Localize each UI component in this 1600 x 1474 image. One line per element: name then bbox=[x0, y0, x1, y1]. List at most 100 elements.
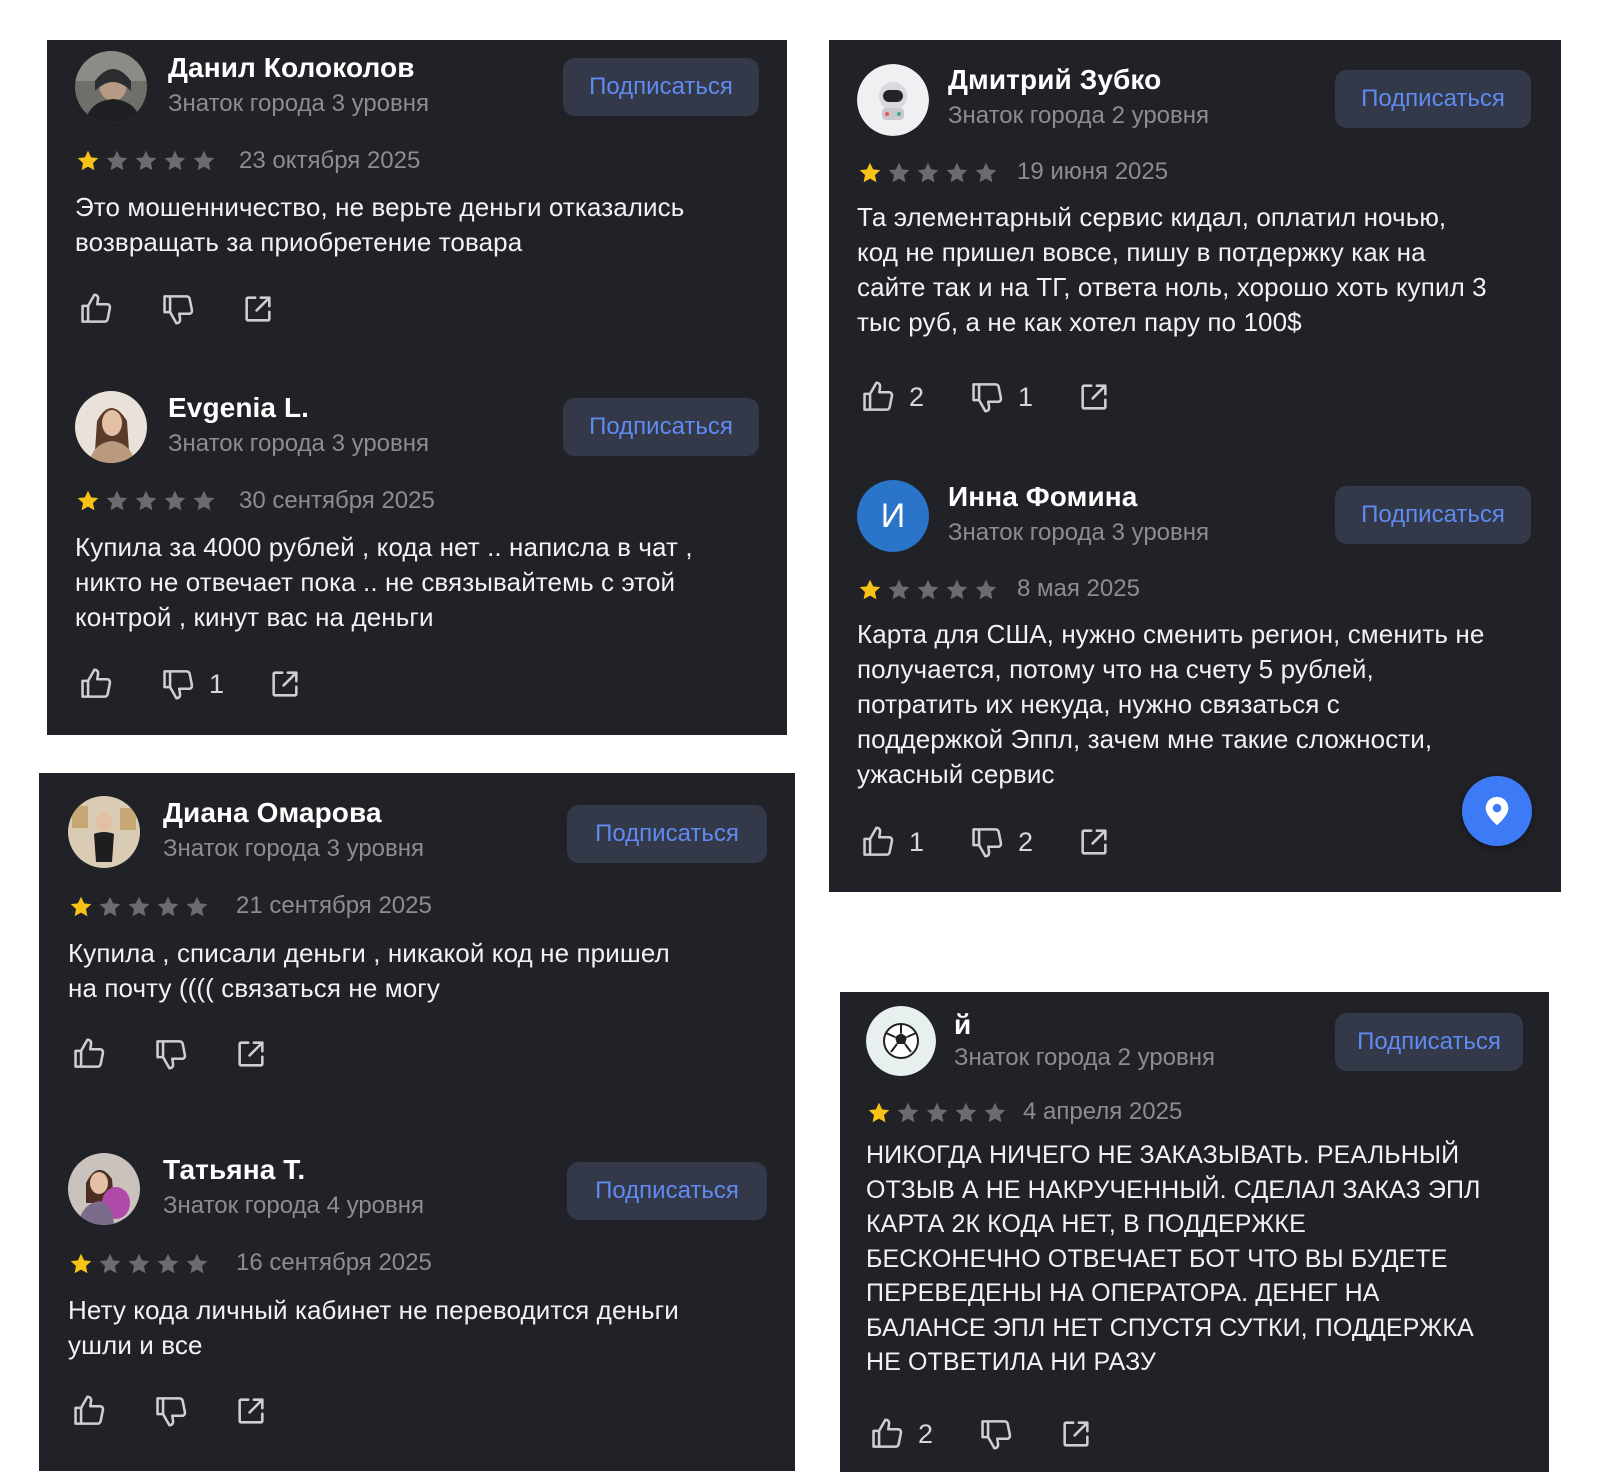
avatar[interactable] bbox=[68, 1153, 140, 1225]
like-button[interactable]: 2 bbox=[859, 378, 924, 416]
rating-stars bbox=[866, 1100, 1008, 1126]
subscribe-button[interactable]: Подписаться bbox=[563, 398, 759, 456]
thumbs-up-icon bbox=[74, 1038, 105, 1068]
thumbs-down-icon bbox=[163, 670, 194, 700]
map-pin-button[interactable] bbox=[1462, 776, 1532, 846]
like-button[interactable] bbox=[77, 290, 115, 328]
review-actions bbox=[77, 290, 319, 328]
review-panel-3: Дмитрий Зубко Знаток города 2 уровня Под… bbox=[829, 40, 1561, 892]
review-actions: 1 2 bbox=[859, 823, 1155, 861]
star-filled-icon bbox=[868, 1102, 890, 1123]
review-text-line: ПЕРЕВЕДЕНЫ НА ОПЕРАТОРА. ДЕНЕГ НА bbox=[866, 1279, 1380, 1307]
subscribe-button[interactable]: Подписаться bbox=[1335, 486, 1531, 544]
avatar[interactable]: И bbox=[857, 480, 929, 552]
review-text: Купила за 4000 рублей , кода нет .. напи… bbox=[75, 530, 693, 635]
dislike-button[interactable] bbox=[159, 290, 197, 328]
rating-stars bbox=[68, 1251, 210, 1277]
share-button[interactable] bbox=[1077, 825, 1111, 859]
share-icon bbox=[238, 1041, 264, 1067]
review-text-line: на почту (((( связаться не могу bbox=[68, 973, 440, 1003]
share-button[interactable] bbox=[234, 1037, 268, 1071]
rating-stars bbox=[75, 488, 217, 514]
star-empty-icon bbox=[955, 1102, 977, 1123]
reviewer-name[interactable]: Данил Колоколов bbox=[168, 52, 415, 84]
review-date: 19 июня 2025 bbox=[1017, 158, 1169, 185]
share-icon bbox=[272, 671, 298, 697]
star-filled-icon bbox=[77, 150, 99, 171]
star-empty-icon bbox=[164, 150, 186, 171]
like-button[interactable] bbox=[70, 1035, 108, 1073]
star-empty-icon bbox=[917, 162, 939, 183]
dislike-button[interactable] bbox=[152, 1392, 190, 1430]
review-text-line: БЕСКОНЕЧНО ОТВЕЧАЕТ БОТ ЧТО ВЫ БУДЕТЕ bbox=[866, 1244, 1448, 1273]
star-empty-icon bbox=[99, 1253, 121, 1274]
review-text-line: Карта для США, нужно сменить регион, сме… bbox=[857, 619, 1485, 649]
dislike-button[interactable] bbox=[977, 1415, 1015, 1453]
avatar[interactable] bbox=[75, 391, 147, 463]
review-text-line: БАЛАНСЕ ЭПЛ НЕТ СПУСТЯ СУТКИ, ПОДДЕРЖКА bbox=[866, 1313, 1474, 1342]
avatar[interactable] bbox=[857, 64, 929, 136]
like-count: 2 bbox=[909, 381, 925, 412]
dislike-button[interactable] bbox=[152, 1035, 190, 1073]
reviewer-name[interactable]: Дмитрий Зубко bbox=[948, 64, 1161, 96]
subscribe-button[interactable]: Подписаться bbox=[567, 805, 767, 863]
review-text-line: возвращать за приобретение товара bbox=[75, 227, 523, 257]
star-empty-icon bbox=[897, 1102, 919, 1123]
dislike-button[interactable]: 2 bbox=[968, 823, 1033, 861]
star-empty-icon bbox=[186, 1253, 208, 1274]
review-text-line: поддержкой Эппл, зачем мне такие сложнос… bbox=[857, 724, 1433, 754]
reviewer-name[interactable]: й bbox=[954, 1009, 971, 1041]
reviewer-name[interactable]: Инна Фомина bbox=[948, 481, 1137, 513]
share-icon bbox=[1063, 1421, 1089, 1447]
share-icon bbox=[238, 1398, 264, 1424]
thumbs-up-icon bbox=[863, 826, 894, 856]
share-button[interactable] bbox=[1059, 1417, 1093, 1451]
subscribe-button[interactable]: Подписаться bbox=[567, 1162, 767, 1220]
avatar[interactable] bbox=[75, 51, 147, 123]
review-text-line: получается, потому что на счету 5 рублей… bbox=[857, 654, 1374, 684]
star-filled-icon bbox=[77, 490, 99, 511]
star-empty-icon bbox=[975, 579, 997, 600]
soccer-ball-icon bbox=[866, 1006, 936, 1076]
dislike-button[interactable]: 1 bbox=[159, 665, 224, 703]
review-text-line: НЕ ОТВЕТИЛА НИ РАЗУ bbox=[866, 1348, 1156, 1376]
review-date: 30 сентября 2025 bbox=[239, 487, 435, 514]
avatar[interactable] bbox=[866, 1006, 936, 1076]
dislike-button[interactable]: 1 bbox=[968, 378, 1033, 416]
share-button[interactable] bbox=[1077, 380, 1111, 414]
subscribe-button[interactable]: Подписаться bbox=[1335, 1013, 1523, 1071]
reviewer-badge: Знаток города 4 уровня bbox=[163, 1192, 425, 1219]
share-button[interactable] bbox=[234, 1394, 268, 1428]
rating-stars bbox=[75, 148, 217, 174]
reviewer-name[interactable]: Диана Омарова bbox=[163, 797, 382, 829]
like-button[interactable] bbox=[70, 1392, 108, 1430]
share-button[interactable] bbox=[268, 667, 302, 701]
star-empty-icon bbox=[926, 1102, 948, 1123]
like-count: 2 bbox=[918, 1418, 934, 1449]
share-button[interactable] bbox=[241, 292, 275, 326]
subscribe-button[interactable]: Подписаться bbox=[563, 58, 759, 116]
reviewer-badge: Знаток города 3 уровня bbox=[948, 519, 1210, 546]
review-text-line: никто не отвечает пока .. не связывайтем… bbox=[75, 567, 676, 597]
like-button[interactable]: 1 bbox=[859, 823, 924, 861]
star-empty-icon bbox=[135, 150, 157, 171]
like-button[interactable]: 2 bbox=[868, 1415, 933, 1453]
star-empty-icon bbox=[106, 490, 128, 511]
reviewer-badge: Знаток города 3 уровня bbox=[168, 430, 430, 457]
thumbs-down-icon bbox=[156, 1040, 187, 1070]
like-button[interactable] bbox=[77, 665, 115, 703]
review-text: Купила , списали деньги , никакой код не… bbox=[68, 936, 670, 1006]
review-text-line: Купила , списали деньги , никакой код не… bbox=[68, 938, 670, 968]
star-empty-icon bbox=[946, 579, 968, 600]
subscribe-button[interactable]: Подписаться bbox=[1335, 70, 1531, 128]
thumbs-up-icon bbox=[74, 1395, 105, 1425]
star-empty-icon bbox=[99, 896, 121, 917]
review-actions: 1 bbox=[77, 665, 346, 703]
review-text-line: контрой , кинут вас на деньги bbox=[75, 602, 434, 632]
reviewer-name[interactable]: Татьяна Т. bbox=[163, 1154, 305, 1186]
dislike-count: 2 bbox=[1018, 826, 1034, 857]
avatar[interactable] bbox=[68, 796, 140, 868]
thumbs-down-icon bbox=[981, 1420, 1012, 1450]
reviewer-name[interactable]: Evgenia L. bbox=[168, 392, 309, 424]
reviewer-badge: Знаток города 2 уровня bbox=[954, 1044, 1216, 1071]
